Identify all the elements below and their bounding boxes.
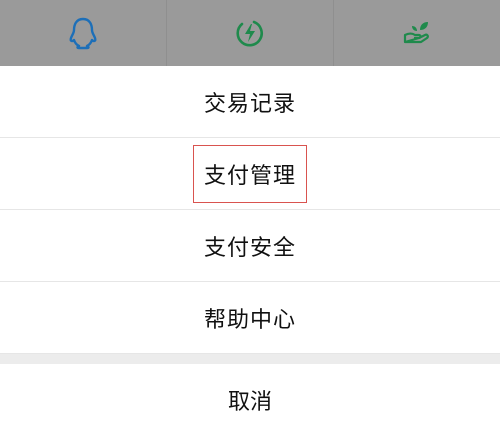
menu-item-label: 交易记录	[203, 91, 296, 117]
menu-item-transaction-records[interactable]: 交易记录	[0, 66, 500, 138]
action-sheet: 交易记录 支付管理 支付安全 帮助中心 取消	[0, 66, 500, 435]
cancel-label: 取消	[227, 389, 272, 415]
icon-cell-charge[interactable]	[167, 0, 334, 66]
icon-cell-qq[interactable]	[0, 0, 167, 66]
lightning-circle-icon	[236, 20, 263, 47]
hand-leaf-icon	[403, 22, 429, 44]
menu-item-help-center[interactable]: 帮助中心	[0, 282, 500, 354]
menu-item-payment-security[interactable]: 支付安全	[0, 210, 500, 282]
icon-cell-charity[interactable]	[334, 0, 500, 66]
qq-penguin-icon	[69, 17, 97, 50]
dimmed-app-icons-bar	[0, 0, 500, 66]
cancel-button[interactable]: 取消	[0, 364, 500, 435]
screen: 交易记录 支付管理 支付安全 帮助中心 取消	[0, 0, 500, 435]
menu-item-payment-management[interactable]: 支付管理	[0, 138, 500, 210]
sheet-separator	[0, 354, 500, 364]
menu-item-label: 支付安全	[203, 235, 296, 261]
menu-item-label-highlighted: 支付管理	[192, 144, 307, 203]
menu-item-label: 帮助中心	[203, 307, 296, 333]
